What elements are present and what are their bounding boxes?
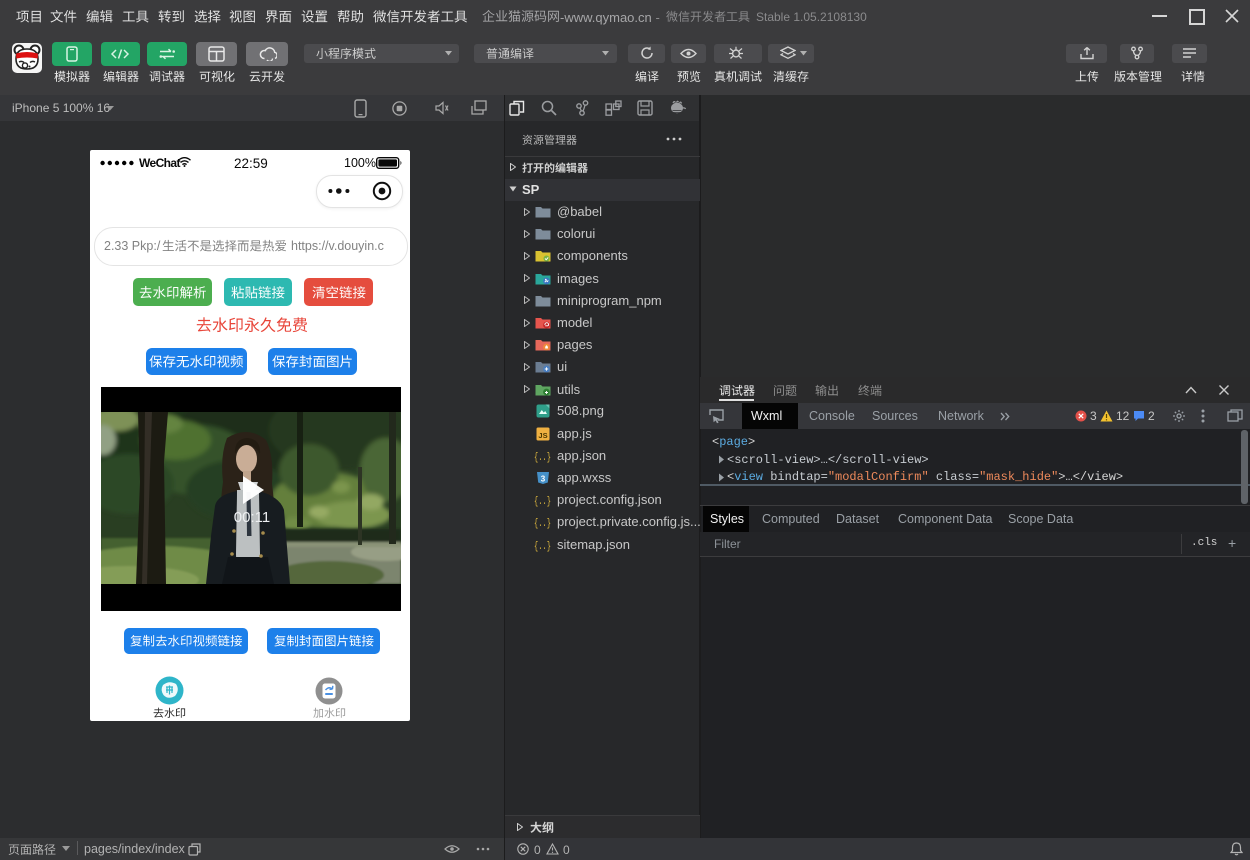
svg-text:{..}: {..} xyxy=(534,452,551,463)
svg-text:{..}: {..} xyxy=(534,541,551,552)
svg-text:{..}: {..} xyxy=(534,496,551,507)
svg-text:{..}: {..} xyxy=(534,518,551,529)
svg-text:3: 3 xyxy=(541,474,546,483)
svg-text:JS: JS xyxy=(538,431,547,440)
